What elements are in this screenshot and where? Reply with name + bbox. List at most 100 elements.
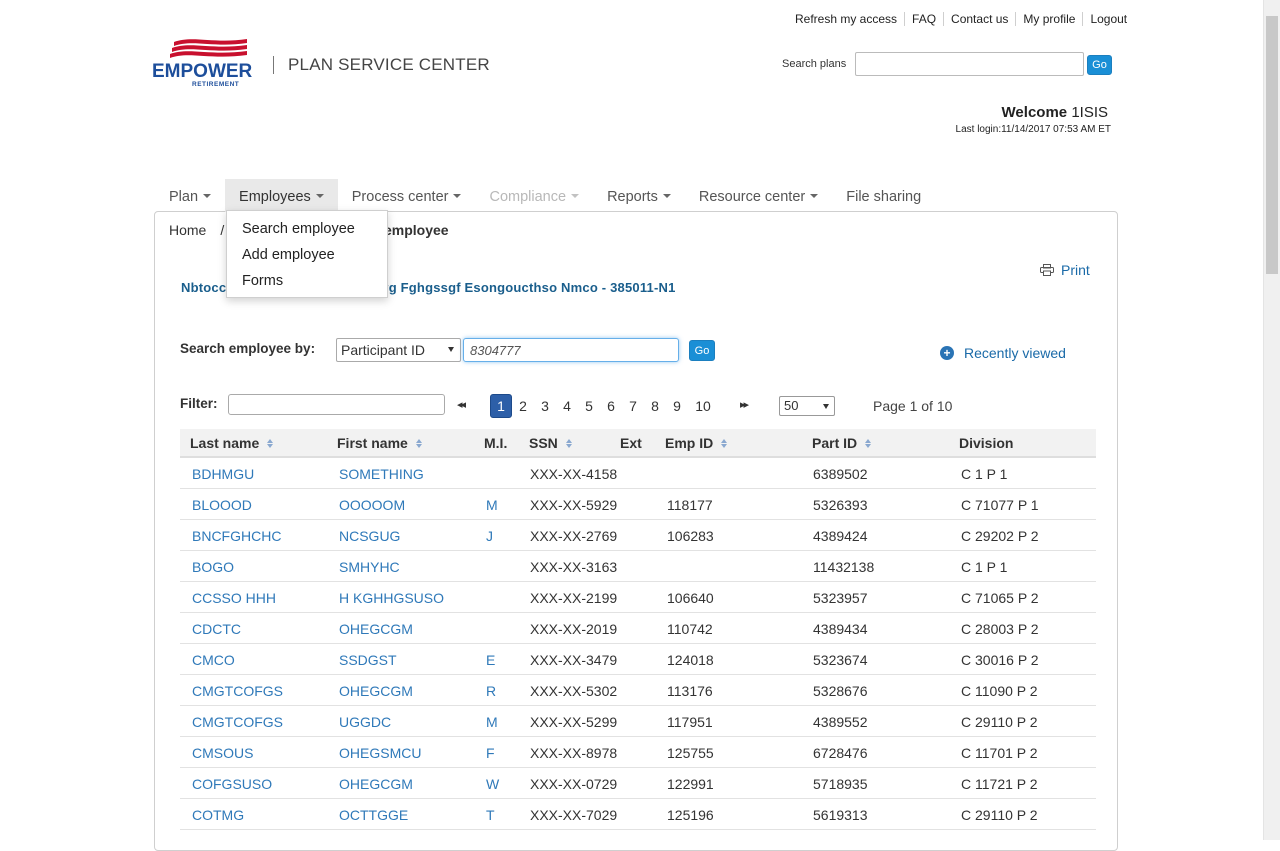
refresh-access-link[interactable]: Refresh my access	[788, 12, 904, 26]
nav-file-sharing[interactable]: File sharing	[832, 179, 935, 212]
page-4-button[interactable]: 4	[556, 394, 578, 418]
filter-input[interactable]	[228, 394, 445, 415]
nav-resource-center-label: Resource center	[698, 189, 806, 205]
cell-last-name[interactable]: CMGTCOFGS	[192, 683, 283, 699]
cell-emp-id: 110742	[667, 621, 713, 637]
cell-last-name[interactable]: CMCO	[192, 652, 235, 668]
contact-us-link[interactable]: Contact us	[943, 12, 1015, 26]
cell-mi: M	[486, 714, 498, 730]
empower-logo[interactable]: EMPOWER RETIREMENT	[152, 36, 252, 90]
recently-viewed-label: Recently viewed	[964, 345, 1066, 361]
table-row: BLOOOD OOOOOM M XXX-XX-5929 118177 5326393 C 7…	[180, 489, 1096, 520]
page-1-button[interactable]: 1	[490, 394, 512, 418]
search-employee-go-button[interactable]: Go	[689, 340, 715, 361]
cell-first-name[interactable]: SOMETHING	[339, 466, 424, 482]
cell-mi: W	[486, 776, 500, 792]
cell-first-name[interactable]: OOOOOM	[339, 497, 405, 513]
printer-icon	[1040, 264, 1054, 276]
per-page-select[interactable]: 50	[779, 396, 835, 416]
cell-last-name[interactable]: CCSSO HHH	[192, 590, 276, 606]
menu-item-forms[interactable]: Forms	[227, 269, 387, 295]
cell-last-name[interactable]: CMGTCOFGS	[192, 714, 283, 730]
logout-link[interactable]: Logout	[1082, 12, 1134, 26]
cell-mi: M	[486, 497, 498, 513]
breadcrumb-home[interactable]: Home	[169, 222, 206, 238]
cell-last-name[interactable]: COFGSUSO	[192, 776, 272, 792]
nav-reports-label: Reports	[607, 189, 658, 205]
nav-employees[interactable]: Employees	[225, 179, 338, 212]
search-plans-go-button[interactable]: Go	[1087, 55, 1112, 75]
cell-last-name[interactable]: BLOOOD	[192, 497, 252, 513]
cell-first-name[interactable]: UGGDC	[339, 714, 391, 730]
nav-file-sharing-label: File sharing	[846, 189, 922, 205]
table-row: COTMG OCTTGGE T XXX-XX-7029 125196 5619313 C 2…	[180, 799, 1096, 830]
header-ssn[interactable]: SSN	[529, 435, 572, 451]
menu-item-add-employee[interactable]: Add employee	[227, 243, 387, 269]
page-7-button[interactable]: 7	[622, 394, 644, 418]
first-page-button[interactable]: ◂◂	[457, 398, 466, 411]
nav-employees-label: Employees	[239, 189, 311, 205]
cell-first-name[interactable]: H KGHHGSUSO	[339, 590, 444, 606]
print-button[interactable]: Print	[1040, 262, 1090, 278]
header-last-name[interactable]: Last name	[190, 435, 274, 451]
my-profile-link[interactable]: My profile	[1015, 12, 1082, 26]
page-2-button[interactable]: 2	[512, 394, 534, 418]
recently-viewed-link[interactable]: + Recently viewed	[940, 345, 1066, 361]
page-3-button[interactable]: 3	[534, 394, 556, 418]
page-6-button[interactable]: 6	[600, 394, 622, 418]
cell-division: C 11701 P 2	[961, 745, 1038, 761]
page-scrollbar[interactable]	[1263, 0, 1280, 840]
cell-ssn: XXX-XX-5299	[530, 714, 618, 730]
app-title: PLAN SERVICE CENTER	[288, 55, 490, 74]
cell-division: C 71077 P 1	[961, 497, 1039, 513]
table-row: CCSSO HHH H KGHHGSUSO XXX-XX-2199 106640 532…	[180, 582, 1096, 613]
welcome-prefix: Welcome	[1001, 104, 1068, 121]
cell-last-name[interactable]: CMSOUS	[192, 745, 253, 761]
cell-first-name[interactable]: OHEGCGM	[339, 776, 413, 792]
page-8-button[interactable]: 8	[644, 394, 666, 418]
cell-first-name[interactable]: OHEGSMCU	[339, 745, 421, 761]
cell-mi: J	[486, 528, 493, 544]
nav-resource-center[interactable]: Resource center	[685, 179, 832, 212]
cell-first-name[interactable]: OHEGCGM	[339, 621, 413, 637]
cell-first-name[interactable]: NCSGUG	[339, 528, 400, 544]
search-plans-input[interactable]	[855, 52, 1084, 76]
scrollbar-thumb[interactable]	[1266, 16, 1278, 274]
cell-first-name[interactable]: SMHYHC	[339, 559, 400, 575]
cell-ssn: XXX-XX-5929	[530, 497, 618, 513]
cell-last-name[interactable]: COTMG	[192, 807, 244, 823]
header-part-id-label: Part ID	[812, 435, 858, 451]
cell-first-name[interactable]: OCTTGGE	[339, 807, 408, 823]
table-row: BOGO SMHYHC XXX-XX-3163 11432138 C 1 P 1	[180, 551, 1096, 582]
plan-heading-left: Nbtocc	[181, 280, 227, 295]
header-part-id[interactable]: Part ID	[812, 435, 872, 451]
page-9-button[interactable]: 9	[666, 394, 688, 418]
table-row: CMCO SSDGST E XXX-XX-3479 124018 5323674 C 300…	[180, 644, 1096, 675]
cell-last-name[interactable]: CDCTC	[192, 621, 241, 637]
header-first-name[interactable]: First name	[337, 435, 422, 451]
menu-item-search-employee[interactable]: Search employee	[227, 217, 387, 243]
nav-process-center[interactable]: Process center	[338, 179, 476, 212]
main-nav: Plan Employees Process center Compliance…	[155, 179, 935, 212]
header-emp-id[interactable]: Emp ID	[665, 435, 728, 451]
cell-division: C 29110 P 2	[961, 807, 1038, 823]
nav-plan[interactable]: Plan	[155, 179, 225, 212]
cell-last-name[interactable]: BDHMGU	[192, 466, 254, 482]
search-by-select[interactable]: Participant ID	[336, 338, 461, 362]
cell-last-name[interactable]: BNCFGHCHC	[192, 528, 281, 544]
cell-last-name[interactable]: BOGO	[192, 559, 234, 575]
nav-reports[interactable]: Reports	[593, 179, 685, 212]
header-mi: M.I.	[484, 435, 507, 451]
logo-subtext: RETIREMENT	[192, 81, 240, 88]
cell-division: C 11721 P 2	[961, 776, 1038, 792]
next-page-button[interactable]: ▸▸	[740, 398, 749, 411]
faq-link[interactable]: FAQ	[904, 12, 943, 26]
participant-id-input[interactable]: 8304777	[463, 338, 679, 362]
welcome-text: Welcome 1ISIS	[900, 104, 1108, 121]
page-10-button[interactable]: 10	[688, 394, 718, 418]
sort-icon	[267, 438, 274, 448]
cell-part-id: 5323957	[813, 590, 868, 606]
cell-first-name[interactable]: SSDGST	[339, 652, 397, 668]
page-5-button[interactable]: 5	[578, 394, 600, 418]
cell-first-name[interactable]: OHEGCGM	[339, 683, 413, 699]
